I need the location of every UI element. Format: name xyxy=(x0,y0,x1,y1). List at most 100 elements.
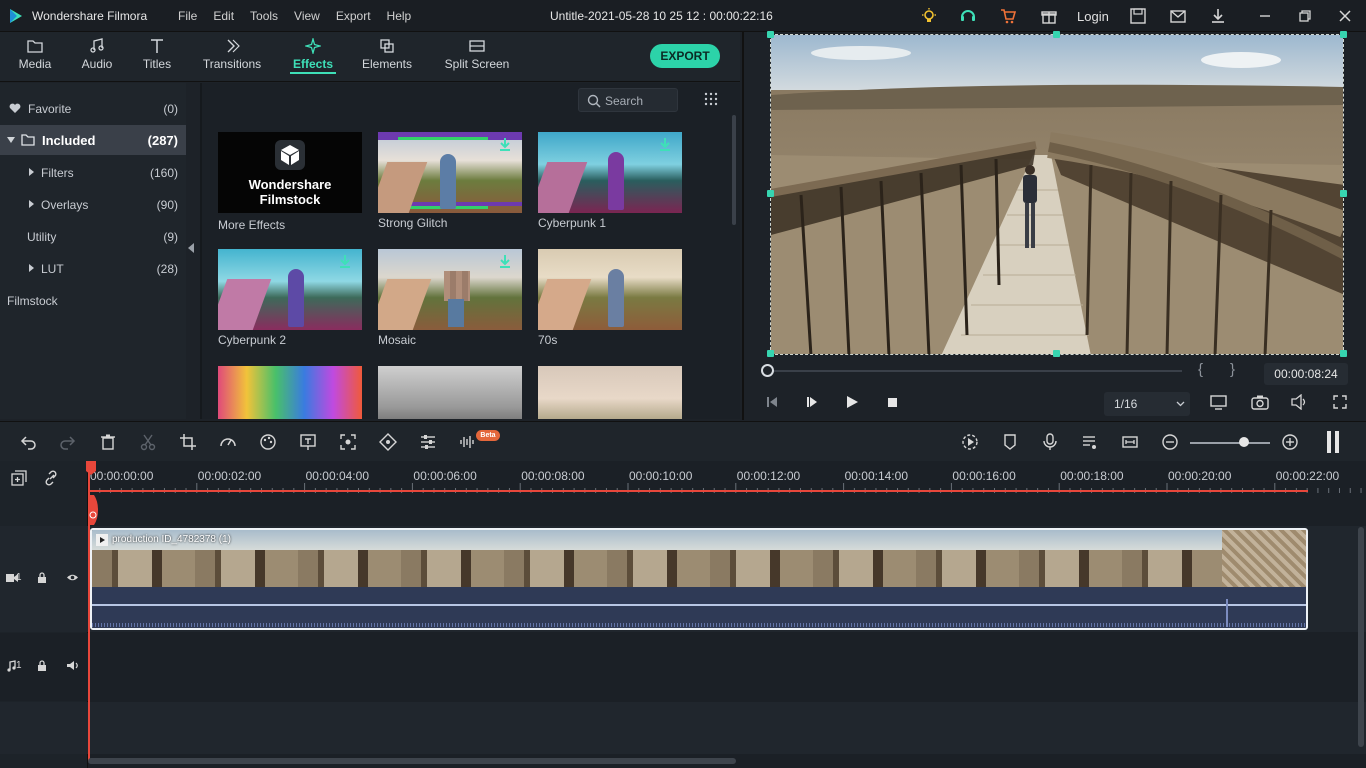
effects-scrollbar[interactable] xyxy=(732,115,736,225)
sidebar-item-overlays[interactable]: Overlays (90) xyxy=(0,189,186,219)
effect-thumb-mosaic[interactable] xyxy=(378,249,522,330)
effect-thumb-strong-glitch[interactable] xyxy=(378,132,522,213)
minimize-icon[interactable] xyxy=(1256,7,1274,25)
cart-icon[interactable] xyxy=(999,7,1017,25)
resize-handle-r[interactable] xyxy=(1340,190,1347,197)
fullscreen-icon[interactable] xyxy=(1332,394,1348,410)
menu-view[interactable]: View xyxy=(294,9,320,23)
gift-icon[interactable] xyxy=(1040,7,1058,25)
menu-file[interactable]: File xyxy=(178,9,197,23)
zoom-slider-knob[interactable] xyxy=(1239,437,1249,447)
resize-handle-bl[interactable] xyxy=(767,350,774,357)
render-preview-icon[interactable] xyxy=(961,433,979,451)
resize-handle-br[interactable] xyxy=(1340,350,1347,357)
menu-export[interactable]: Export xyxy=(336,9,371,23)
tab-titles[interactable]: Titles xyxy=(134,32,180,82)
tab-split-screen[interactable]: Split Screen xyxy=(440,32,514,82)
playhead-handle-icon[interactable] xyxy=(86,495,100,525)
marker-icon[interactable] xyxy=(1001,433,1019,451)
tab-elements[interactable]: Elements xyxy=(358,32,416,82)
resize-handle-b[interactable] xyxy=(1053,350,1060,357)
search-input[interactable]: Search xyxy=(578,88,678,112)
motion-tracking-icon[interactable] xyxy=(339,433,357,451)
zoom-slider-track[interactable] xyxy=(1190,442,1270,444)
snapshot-camera-icon[interactable] xyxy=(1251,394,1269,410)
login-link[interactable]: Login xyxy=(1077,9,1109,24)
restore-icon[interactable] xyxy=(1296,7,1314,25)
preview-quality-select[interactable]: 1/16 xyxy=(1104,392,1190,416)
video-preview-canvas[interactable] xyxy=(770,34,1344,355)
sidebar-item-filters[interactable]: Filters (160) xyxy=(0,157,186,187)
resize-handle-tl[interactable] xyxy=(767,31,774,38)
microphone-icon[interactable] xyxy=(1041,433,1059,451)
adjust-sliders-icon[interactable] xyxy=(419,433,437,451)
link-icon[interactable] xyxy=(43,470,59,486)
lightbulb-icon[interactable] xyxy=(920,7,938,25)
delete-icon[interactable] xyxy=(99,433,117,451)
audio-waveform-icon[interactable] xyxy=(459,433,477,451)
preview-progress-track[interactable] xyxy=(770,370,1182,372)
resize-handle-tr[interactable] xyxy=(1340,31,1347,38)
keyframe-icon[interactable] xyxy=(379,433,397,451)
tab-media[interactable]: Media xyxy=(8,32,62,82)
sidebar-item-utility[interactable]: Utility (9) xyxy=(0,221,186,251)
resize-handle-l[interactable] xyxy=(767,190,774,197)
mark-in-icon[interactable]: { xyxy=(1198,361,1203,378)
volume-icon[interactable] xyxy=(1291,394,1309,410)
menu-help[interactable]: Help xyxy=(387,9,412,23)
lock-icon[interactable] xyxy=(37,660,47,672)
previous-frame-icon[interactable] xyxy=(764,394,780,410)
timeline-vertical-scrollbar[interactable] xyxy=(1358,527,1364,747)
mail-icon[interactable] xyxy=(1169,7,1187,25)
lock-icon[interactable] xyxy=(37,572,47,584)
save-icon[interactable] xyxy=(1129,7,1147,25)
sidebar-item-favorite[interactable]: Favorite (0) xyxy=(0,93,186,123)
speaker-icon[interactable] xyxy=(66,660,79,671)
export-button[interactable]: EXPORT xyxy=(650,44,720,68)
sidebar-item-filmstock[interactable]: Filmstock xyxy=(0,285,186,315)
scissors-icon[interactable] xyxy=(139,433,157,451)
tab-transitions[interactable]: Transitions xyxy=(196,32,268,82)
mark-out-icon[interactable]: } xyxy=(1230,361,1235,378)
sidebar-item-included[interactable]: Included (287) xyxy=(0,125,186,155)
menu-edit[interactable]: Edit xyxy=(213,9,234,23)
display-settings-icon[interactable] xyxy=(1210,394,1228,410)
sidebar-item-lut[interactable]: LUT (28) xyxy=(0,253,186,283)
stop-icon[interactable] xyxy=(884,394,900,410)
zoom-out-icon[interactable] xyxy=(1161,433,1179,451)
pause-layout-icon[interactable] xyxy=(1325,430,1341,454)
menu-tools[interactable]: Tools xyxy=(250,9,278,23)
download-icon[interactable] xyxy=(1209,7,1227,25)
effect-thumb-70s[interactable] xyxy=(538,249,682,330)
effect-thumb-more-effects[interactable]: Wondershare Filmstock xyxy=(218,132,362,213)
tab-effects[interactable]: Effects xyxy=(286,32,340,82)
zoom-in-icon[interactable] xyxy=(1281,433,1299,451)
timeline-horizontal-scrollbar[interactable] xyxy=(88,758,736,764)
green-screen-icon[interactable] xyxy=(299,433,317,451)
voiceover-list-icon[interactable] xyxy=(1081,433,1099,451)
preview-progress-knob[interactable] xyxy=(761,364,774,377)
fit-timeline-icon[interactable] xyxy=(1121,433,1139,451)
speed-icon[interactable] xyxy=(219,433,237,451)
color-palette-icon[interactable] xyxy=(259,433,277,451)
video-clip[interactable]: production ID_4782378 (1) xyxy=(90,528,1308,630)
timeline-ruler[interactable]: 00:00:00:0000:00:02:0000:00:04:0000:00:0… xyxy=(88,461,1366,493)
play-next-frame-icon[interactable] xyxy=(804,394,820,410)
effect-thumb-row3-2[interactable] xyxy=(378,366,522,419)
grid-view-icon[interactable] xyxy=(704,92,718,106)
close-icon[interactable] xyxy=(1336,7,1354,25)
play-icon[interactable] xyxy=(844,394,860,410)
add-track-icon[interactable] xyxy=(11,470,27,486)
effect-thumb-row3-3[interactable] xyxy=(538,366,682,419)
eye-icon[interactable] xyxy=(66,573,79,582)
resize-handle-t[interactable] xyxy=(1053,31,1060,38)
effect-thumb-cyberpunk-1[interactable] xyxy=(538,132,682,213)
effect-thumb-cyberpunk-2[interactable] xyxy=(218,249,362,330)
undo-icon[interactable] xyxy=(20,433,38,451)
playhead-top-icon[interactable] xyxy=(86,461,98,475)
redo-icon[interactable] xyxy=(58,433,76,451)
crop-icon[interactable] xyxy=(179,433,197,451)
collapse-sidebar-arrow-icon[interactable] xyxy=(188,243,194,253)
tab-audio[interactable]: Audio xyxy=(72,32,122,82)
headset-support-icon[interactable] xyxy=(959,7,977,25)
